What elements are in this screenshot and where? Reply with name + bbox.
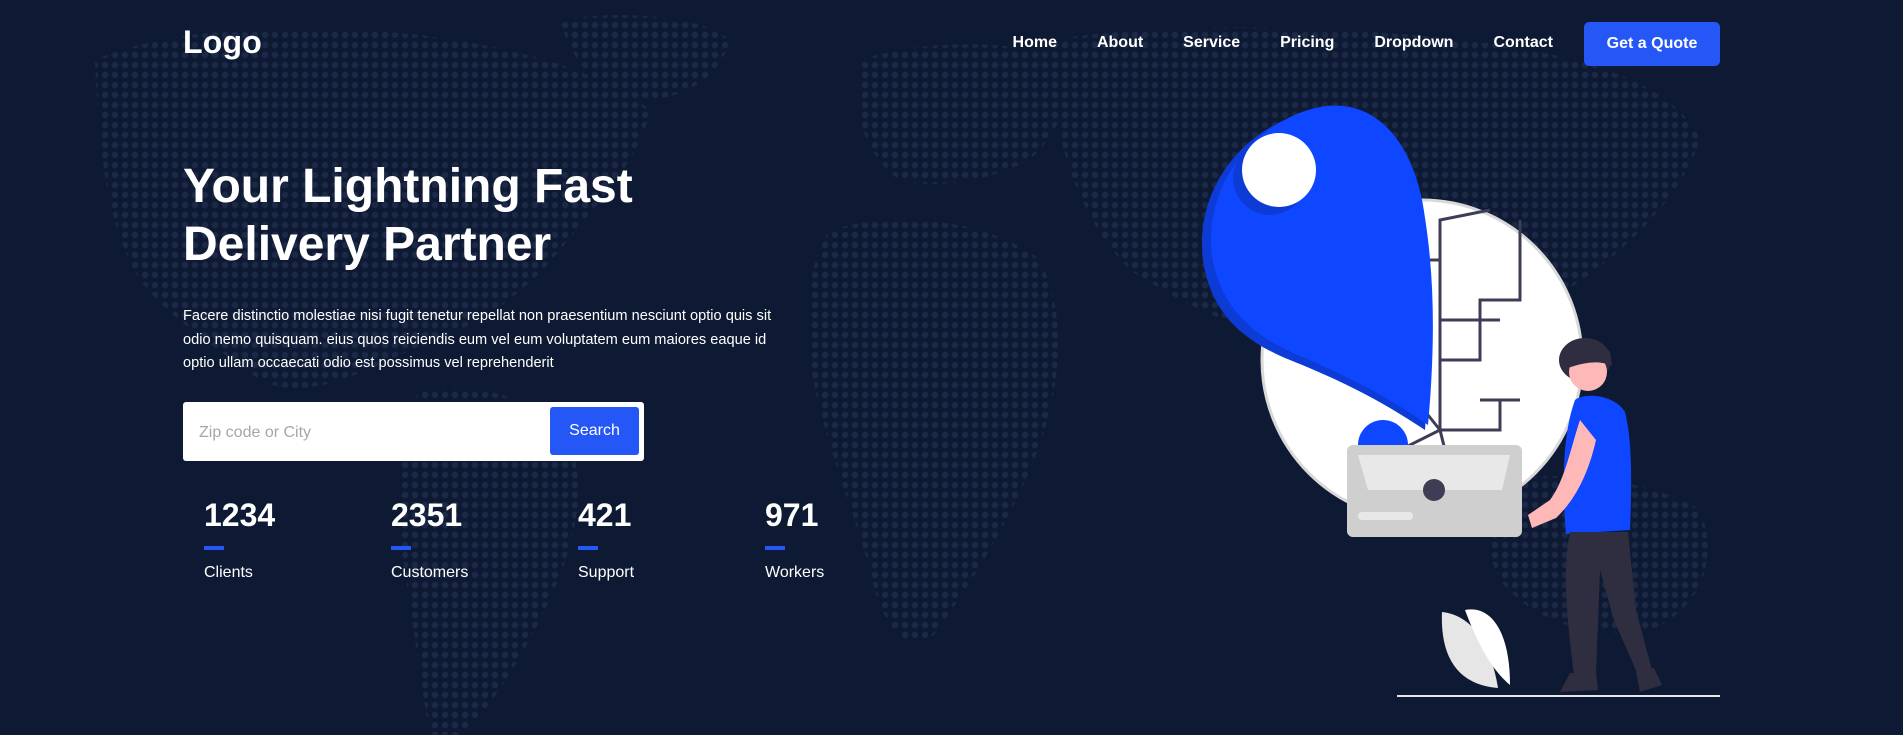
- stat-label: Clients: [204, 564, 253, 581]
- nav-item-service[interactable]: Service: [1183, 34, 1240, 52]
- stat-label: Workers: [765, 564, 825, 581]
- main-nav: Home About Service Pricing Dropdown Cont…: [1013, 0, 1553, 86]
- site-header: Logo Home About Service Pricing Dropdown…: [0, 0, 1903, 86]
- stat-underline: [204, 546, 224, 550]
- stat-label: Customers: [391, 564, 469, 581]
- stat-support: 421 Support: [578, 494, 738, 582]
- laptop-box: [1347, 445, 1522, 537]
- zip-city-search-input[interactable]: [197, 402, 541, 463]
- nav-item-pricing[interactable]: Pricing: [1280, 34, 1334, 52]
- hero-description: Facere distinctio molestiae nisi fugit t…: [183, 308, 772, 371]
- stat-underline: [391, 546, 411, 550]
- nav-item-about[interactable]: About: [1097, 34, 1143, 52]
- stat-underline: [765, 546, 785, 550]
- stat-value: 421: [578, 497, 632, 533]
- nav-item-contact[interactable]: Contact: [1493, 34, 1553, 52]
- hero-title: Your Lightning Fast Delivery Partner: [183, 158, 743, 274]
- stat-underline: [578, 546, 598, 550]
- plant: [1441, 609, 1510, 688]
- search-form: Search: [183, 402, 644, 463]
- stat-label: Support: [578, 564, 635, 581]
- search-button[interactable]: Search: [550, 407, 639, 455]
- stat-workers: 971 Workers: [765, 494, 925, 582]
- get-a-quote-button[interactable]: Get a Quote: [1584, 22, 1720, 66]
- stat-clients: 1234 Clients: [204, 494, 364, 582]
- stat-customers: 2351 Customers: [391, 494, 551, 582]
- nav-item-home[interactable]: Home: [1013, 34, 1057, 52]
- delivery-person-illustration: [1201, 105, 1720, 697]
- hero-title-line-1: Your Lightning Fast: [183, 160, 633, 213]
- stat-value: 2351: [391, 497, 463, 533]
- stat-value: 1234: [204, 497, 276, 533]
- stat-value: 971: [765, 497, 819, 533]
- nav-item-dropdown[interactable]: Dropdown: [1374, 34, 1453, 52]
- hero-title-line-2: Delivery Partner: [183, 218, 552, 271]
- logo[interactable]: Logo: [183, 24, 262, 61]
